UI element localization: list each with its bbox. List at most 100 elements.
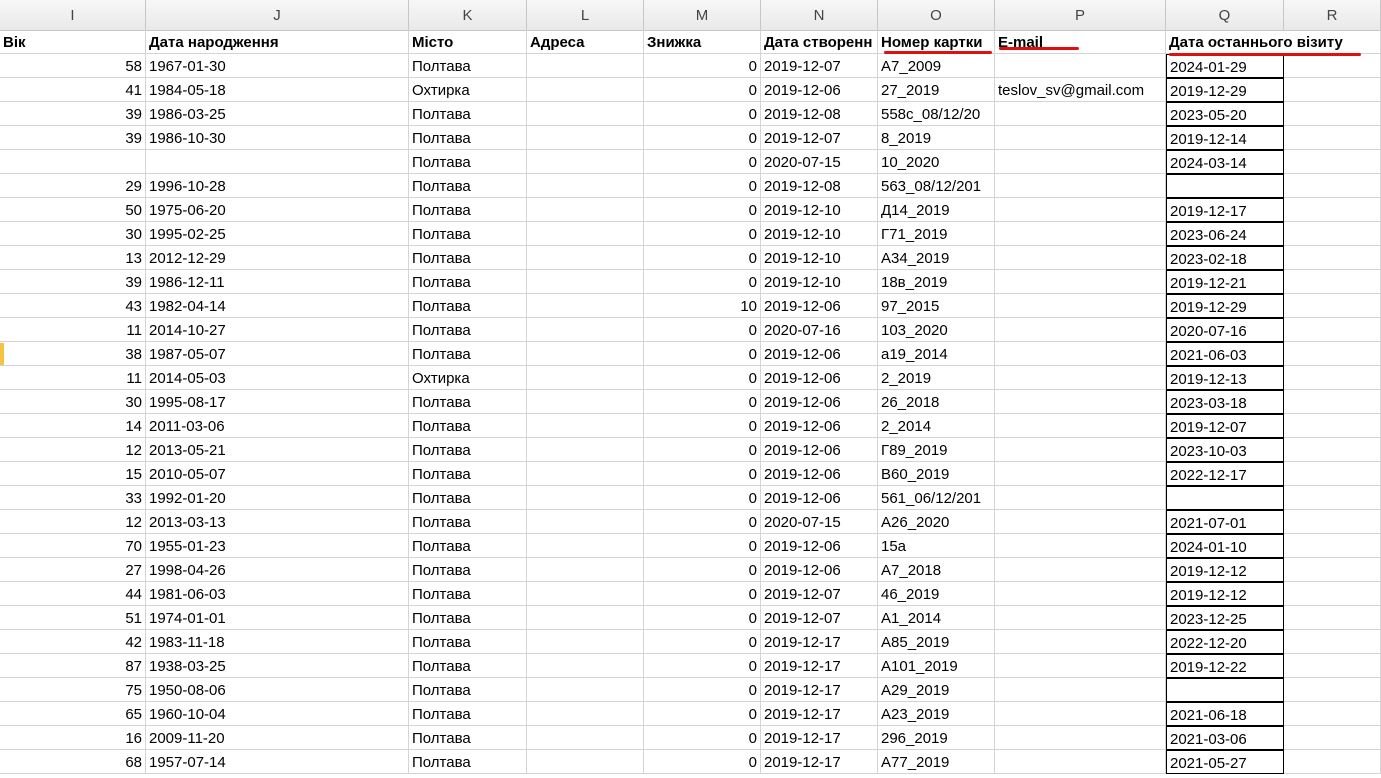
- cell-address[interactable]: [527, 270, 644, 294]
- cell-address[interactable]: [527, 726, 644, 750]
- cell-created-date[interactable]: 2020-07-15: [761, 510, 878, 534]
- cell-created-date[interactable]: 2019-12-08: [761, 102, 878, 126]
- cell-email[interactable]: [995, 270, 1166, 294]
- cell-email[interactable]: [995, 222, 1166, 246]
- cell-last-visit[interactable]: 2019-12-12: [1166, 582, 1284, 606]
- cell-city[interactable]: Полтава: [409, 246, 527, 270]
- column-header-n[interactable]: N: [761, 0, 878, 30]
- cell-address[interactable]: [527, 654, 644, 678]
- cell-discount[interactable]: 0: [644, 342, 761, 366]
- cell-discount[interactable]: 10: [644, 294, 761, 318]
- cell-created-date[interactable]: 2019-12-10: [761, 222, 878, 246]
- cell-birth-date[interactable]: 1986-12-11: [146, 270, 409, 294]
- cell-city[interactable]: Полтава: [409, 582, 527, 606]
- cell-created-date[interactable]: 2019-12-17: [761, 654, 878, 678]
- cell-age[interactable]: 75: [0, 678, 146, 702]
- cell-created-date[interactable]: 2019-12-17: [761, 702, 878, 726]
- cell-age[interactable]: 29: [0, 174, 146, 198]
- cell-city[interactable]: Полтава: [409, 654, 527, 678]
- cell-empty-r[interactable]: [1284, 102, 1381, 126]
- cell-created-date[interactable]: 2019-12-06: [761, 534, 878, 558]
- cell-card-number[interactable]: А1_2014: [878, 606, 995, 630]
- cell-address[interactable]: [527, 750, 644, 774]
- cell-empty-r[interactable]: [1284, 630, 1381, 654]
- header-birth-date[interactable]: Дата народження: [146, 30, 409, 54]
- cell-age[interactable]: 27: [0, 558, 146, 582]
- cell-created-date[interactable]: 2020-07-15: [761, 150, 878, 174]
- cell-email[interactable]: [995, 246, 1166, 270]
- cell-age[interactable]: 14: [0, 414, 146, 438]
- cell-email[interactable]: [995, 678, 1166, 702]
- cell-empty-r[interactable]: [1284, 54, 1381, 78]
- cell-email[interactable]: [995, 726, 1166, 750]
- cell-card-number[interactable]: 26_2018: [878, 390, 995, 414]
- cell-age[interactable]: 11: [0, 318, 146, 342]
- cell-discount[interactable]: 0: [644, 366, 761, 390]
- cell-card-number[interactable]: а19_2014: [878, 342, 995, 366]
- cell-age[interactable]: 30: [0, 222, 146, 246]
- cell-city[interactable]: Полтава: [409, 558, 527, 582]
- cell-empty-r[interactable]: [1284, 366, 1381, 390]
- cell-age[interactable]: 44: [0, 582, 146, 606]
- cell-last-visit[interactable]: 2024-01-29: [1166, 54, 1284, 78]
- cell-birth-date[interactable]: 1986-10-30: [146, 126, 409, 150]
- cell-card-number[interactable]: А29_2019: [878, 678, 995, 702]
- cell-last-visit[interactable]: 2019-12-12: [1166, 558, 1284, 582]
- cell-last-visit[interactable]: [1166, 486, 1284, 510]
- cell-empty-r[interactable]: [1284, 390, 1381, 414]
- cell-empty-r[interactable]: [1284, 510, 1381, 534]
- header-discount[interactable]: Знижка: [644, 30, 761, 54]
- column-header-p[interactable]: P: [995, 0, 1166, 30]
- cell-address[interactable]: [527, 54, 644, 78]
- cell-discount[interactable]: 0: [644, 438, 761, 462]
- cell-city[interactable]: Полтава: [409, 462, 527, 486]
- cell-card-number[interactable]: Д14_2019: [878, 198, 995, 222]
- cell-email[interactable]: [995, 198, 1166, 222]
- cell-email[interactable]: [995, 102, 1166, 126]
- cell-age[interactable]: 13: [0, 246, 146, 270]
- cell-age[interactable]: 70: [0, 534, 146, 558]
- cell-address[interactable]: [527, 390, 644, 414]
- cell-card-number[interactable]: 46_2019: [878, 582, 995, 606]
- cell-age[interactable]: 65: [0, 702, 146, 726]
- cell-birth-date[interactable]: 1967-01-30: [146, 54, 409, 78]
- cell-card-number[interactable]: 296_2019: [878, 726, 995, 750]
- cell-birth-date[interactable]: 1984-05-18: [146, 78, 409, 102]
- cell-city[interactable]: Полтава: [409, 150, 527, 174]
- cell-created-date[interactable]: 2019-12-17: [761, 726, 878, 750]
- cell-email[interactable]: [995, 438, 1166, 462]
- cell-discount[interactable]: 0: [644, 510, 761, 534]
- cell-age[interactable]: 15: [0, 462, 146, 486]
- cell-email[interactable]: [995, 654, 1166, 678]
- cell-discount[interactable]: 0: [644, 750, 761, 774]
- cell-last-visit[interactable]: 2024-01-10: [1166, 534, 1284, 558]
- cell-email[interactable]: [995, 582, 1166, 606]
- cell-birth-date[interactable]: 1957-07-14: [146, 750, 409, 774]
- cell-empty-r[interactable]: [1284, 606, 1381, 630]
- cell-age[interactable]: 12: [0, 438, 146, 462]
- cell-email[interactable]: [995, 606, 1166, 630]
- cell-created-date[interactable]: 2019-12-06: [761, 294, 878, 318]
- cell-birth-date[interactable]: [146, 150, 409, 174]
- header-address[interactable]: Адреса: [527, 30, 644, 54]
- cell-address[interactable]: [527, 558, 644, 582]
- cell-last-visit[interactable]: 2023-10-03: [1166, 438, 1284, 462]
- cell-city[interactable]: Полтава: [409, 390, 527, 414]
- cell-empty-r[interactable]: [1284, 294, 1381, 318]
- cell-last-visit[interactable]: 2019-12-14: [1166, 126, 1284, 150]
- cell-discount[interactable]: 0: [644, 54, 761, 78]
- cell-last-visit[interactable]: 2019-12-13: [1166, 366, 1284, 390]
- cell-address[interactable]: [527, 606, 644, 630]
- cell-address[interactable]: [527, 630, 644, 654]
- cell-email[interactable]: [995, 126, 1166, 150]
- cell-last-visit[interactable]: 2023-05-20: [1166, 102, 1284, 126]
- cell-city[interactable]: Полтава: [409, 54, 527, 78]
- cell-empty-r[interactable]: [1284, 486, 1381, 510]
- header-email[interactable]: E-mail: [995, 30, 1166, 54]
- cell-birth-date[interactable]: 1955-01-23: [146, 534, 409, 558]
- cell-last-visit[interactable]: [1166, 678, 1284, 702]
- cell-birth-date[interactable]: 2012-12-29: [146, 246, 409, 270]
- cell-last-visit[interactable]: 2023-06-24: [1166, 222, 1284, 246]
- cell-discount[interactable]: 0: [644, 654, 761, 678]
- cell-age[interactable]: 39: [0, 126, 146, 150]
